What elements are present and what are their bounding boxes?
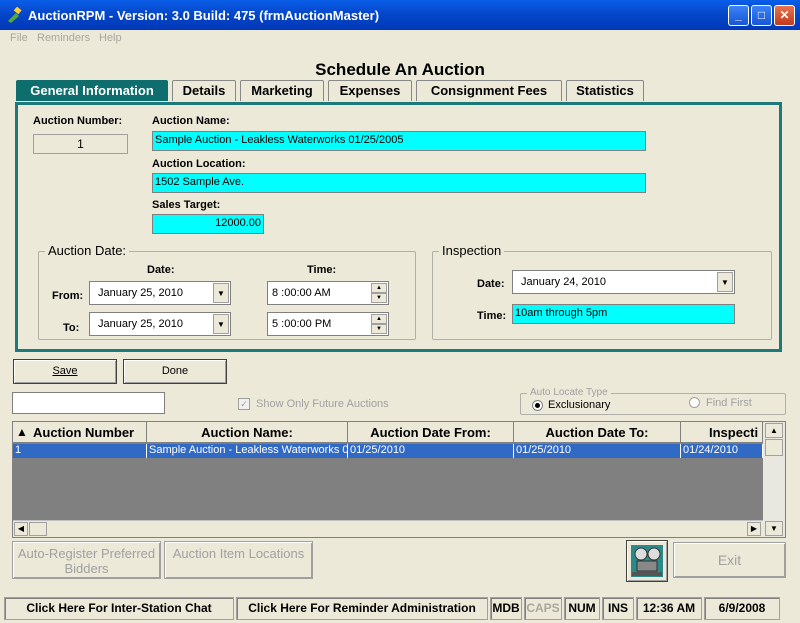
cell-auction-number: 1 [13, 444, 147, 458]
menu-help[interactable]: Help [99, 32, 122, 44]
inspection-time-label: Time: [477, 310, 507, 322]
from-date-value: January 25, 2010 [98, 287, 184, 299]
sort-ascending-icon: ▲ [16, 425, 28, 439]
tab-expenses[interactable]: Expenses [328, 80, 412, 101]
minimize-button[interactable]: _ [728, 5, 749, 26]
spin-down-icon[interactable]: ▼ [371, 324, 387, 334]
column-header-auction-name[interactable]: Auction Name: [147, 422, 348, 443]
scroll-down-icon[interactable]: ▼ [765, 521, 783, 536]
auction-number-label: Auction Number: [33, 115, 123, 127]
scroll-right-icon[interactable]: ▶ [747, 522, 761, 536]
column-header-date-from[interactable]: Auction Date From: [348, 422, 514, 443]
time-header: Time: [307, 264, 337, 276]
caps-indicator: CAPS [524, 597, 562, 620]
auction-name-label: Auction Name: [152, 115, 230, 127]
status-time: 12:36 AM [636, 597, 702, 620]
auction-location-label: Auction Location: [152, 158, 246, 170]
mdb-indicator: MDB [490, 597, 522, 620]
chevron-down-icon[interactable]: ▼ [213, 314, 229, 334]
close-button[interactable]: ✕ [774, 5, 795, 26]
show-future-label: Show Only Future Auctions [256, 398, 389, 410]
spin-up-icon[interactable]: ▲ [371, 314, 387, 324]
inspection-date-picker[interactable]: January 24, 2010 ▼ [512, 270, 735, 294]
to-time-spinner[interactable]: 5 :00:00 PM ▲ ▼ [267, 312, 389, 336]
to-label: To: [63, 322, 80, 334]
inspection-date-value: January 24, 2010 [521, 276, 607, 288]
from-time-value: 8 :00:00 AM [272, 287, 331, 299]
auto-locate-group: Auto Locate Type Exclusionary Find First [520, 387, 786, 415]
item-locations-button[interactable]: Auction Item Locations [164, 541, 313, 579]
from-date-picker[interactable]: January 25, 2010 ▼ [89, 281, 231, 305]
vertical-scrollbar[interactable]: ▲ ▼ [763, 422, 785, 537]
projector-icon [631, 545, 663, 577]
from-label: From: [52, 290, 84, 302]
to-date-picker[interactable]: January 25, 2010 ▼ [89, 312, 231, 336]
auto-locate-title: Auto Locate Type [527, 387, 611, 398]
sales-target-input[interactable]: 12000.00 [152, 214, 264, 234]
auction-date-group: Auction Date: Date: Time: From: To: Janu… [38, 243, 416, 340]
inspection-time-input[interactable]: 10am through 5pm [512, 304, 735, 324]
cell-inspection: 01/24/2010 [681, 444, 763, 458]
menu-reminders[interactable]: Reminders [37, 32, 90, 44]
inspection-date-label: Date: [477, 278, 505, 290]
inspection-group: Inspection Date: January 24, 2010 ▼ Time… [432, 243, 772, 340]
done-button[interactable]: Done [123, 359, 227, 384]
scroll-thumb[interactable] [765, 439, 783, 456]
column-header-inspection[interactable]: Inspecti [681, 422, 763, 443]
auto-register-button[interactable]: Auto-Register Preferred Bidders [12, 541, 161, 579]
auction-location-input[interactable]: 1502 Sample Ave. [152, 173, 646, 193]
exit-button[interactable]: Exit [673, 542, 786, 578]
auction-number-field: 1 [33, 134, 128, 154]
projector-button[interactable] [626, 540, 668, 582]
auction-name-input[interactable]: Sample Auction - Leakless Waterworks 01/… [152, 131, 646, 151]
maximize-button[interactable]: □ [751, 5, 772, 26]
column-header-auction-number[interactable]: ▲ Auction Number [13, 422, 147, 443]
show-future-checkbox[interactable]: ✓ [238, 398, 250, 410]
menu-bar: File Reminders Help [0, 30, 800, 48]
horizontal-scrollbar[interactable]: ◀ ▶ [13, 520, 763, 537]
cell-date-to: 01/25/2010 [514, 444, 681, 458]
auction-date-title: Auction Date: [45, 243, 130, 258]
tab-details[interactable]: Details [172, 80, 236, 101]
page-title: Schedule An Auction [315, 60, 485, 79]
column-header-date-to[interactable]: Auction Date To: [514, 422, 681, 443]
reminder-admin-link[interactable]: Click Here For Reminder Administration [236, 597, 488, 620]
find-first-label: Find First [706, 397, 752, 409]
app-icon [6, 6, 22, 23]
scroll-up-icon[interactable]: ▲ [765, 423, 783, 438]
tab-general-information[interactable]: General Information [16, 80, 168, 101]
chevron-down-icon[interactable]: ▼ [213, 283, 229, 303]
to-time-value: 5 :00:00 PM [272, 318, 332, 330]
search-input[interactable] [12, 392, 165, 414]
from-time-spinner[interactable]: 8 :00:00 AM ▲ ▼ [267, 281, 389, 305]
cell-date-from: 01/25/2010 [348, 444, 514, 458]
num-indicator: NUM [564, 597, 600, 620]
find-first-radio[interactable] [689, 397, 700, 408]
tab-consignment-fees[interactable]: Consignment Fees [416, 80, 562, 101]
inter-station-chat-link[interactable]: Click Here For Inter-Station Chat [4, 597, 234, 620]
save-button[interactable]: Save [13, 359, 117, 384]
chevron-down-icon[interactable]: ▼ [717, 272, 733, 292]
date-header: Date: [147, 264, 175, 276]
spin-down-icon[interactable]: ▼ [371, 293, 387, 303]
spin-up-icon[interactable]: ▲ [371, 283, 387, 293]
ins-indicator: INS [602, 597, 634, 620]
exclusionary-radio[interactable] [532, 400, 543, 411]
title-bar: AuctionRPM - Version: 3.0 Build: 475 (fr… [0, 0, 800, 30]
general-information-panel: Auction Number: 1 Auction Name: Sample A… [15, 102, 782, 352]
window-title: AuctionRPM - Version: 3.0 Build: 475 (fr… [28, 8, 380, 23]
exclusionary-label: Exclusionary [548, 399, 611, 411]
sales-target-label: Sales Target: [152, 199, 221, 211]
tab-statistics[interactable]: Statistics [566, 80, 644, 101]
menu-file[interactable]: File [10, 32, 28, 44]
scroll-left-icon[interactable]: ◀ [14, 522, 28, 536]
to-date-value: January 25, 2010 [98, 318, 184, 330]
cell-auction-name: Sample Auction - Leakless Waterworks 0 [147, 444, 348, 458]
inspection-title: Inspection [439, 243, 505, 258]
hscroll-thumb[interactable] [29, 522, 47, 536]
tab-marketing[interactable]: Marketing [240, 80, 324, 101]
status-date: 6/9/2008 [704, 597, 780, 620]
auction-grid[interactable]: ▲ Auction Number Auction Name: Auction D… [12, 421, 786, 538]
